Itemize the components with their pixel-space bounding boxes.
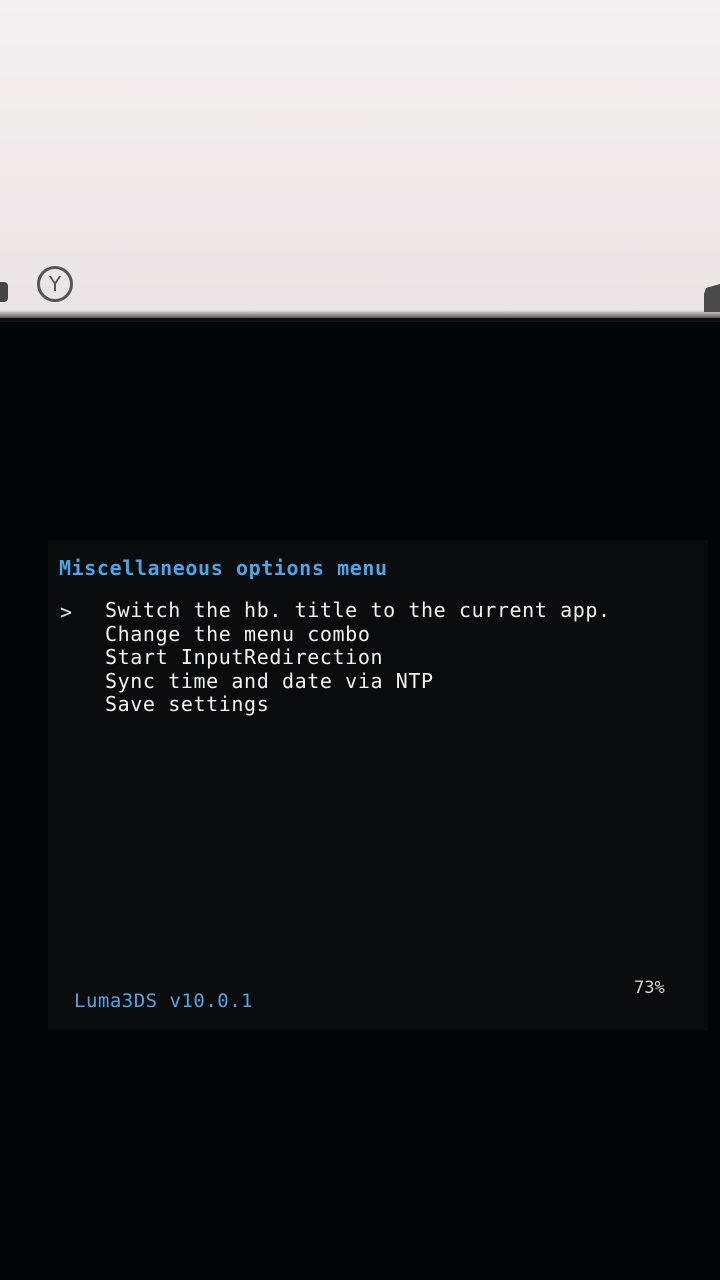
y-button-icon: Y [37,266,73,302]
top-screen [0,0,720,318]
partial-camera-icon [704,284,720,312]
menu-title: Miscellaneous options menu [59,556,388,580]
screen-divider [0,310,720,322]
battery-percentage: 73% [634,978,665,998]
version-label: Luma3DS v10.0.1 [74,990,254,1012]
menu-item-switch-hb-title[interactable]: Switch the hb. title to the current app. [105,598,611,623]
partial-button-icon [0,282,8,302]
menu-list: Switch the hb. title to the current app.… [105,598,611,717]
device-photo: Y Miscellaneous options menu > Switch th… [0,0,720,1280]
menu-item-sync-time-ntp[interactable]: Sync time and date via NTP [105,669,611,694]
menu-item-change-menu-combo[interactable]: Change the menu combo [105,622,611,647]
menu-item-start-inputredirection[interactable]: Start InputRedirection [105,645,611,670]
selection-cursor-icon: > [60,600,73,624]
menu-item-save-settings[interactable]: Save settings [105,692,611,717]
y-button-label: Y [48,272,62,296]
